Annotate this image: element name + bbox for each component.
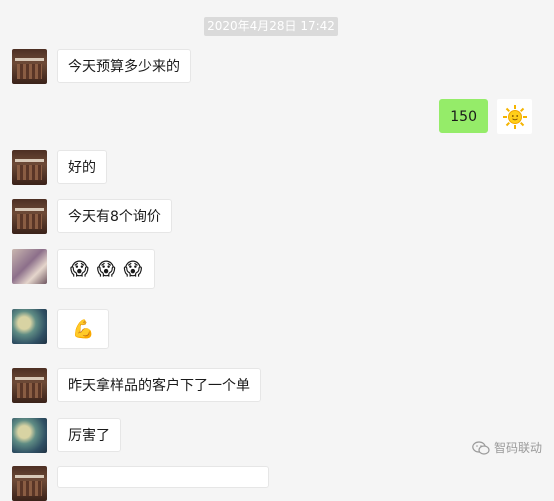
message-bubble[interactable]: 厉害了 — [57, 418, 121, 452]
avatar[interactable] — [12, 309, 47, 344]
message-bubble[interactable]: 昨天拿样品的客户下了一个单 — [57, 368, 261, 402]
avatar[interactable] — [12, 49, 47, 84]
avatar[interactable] — [12, 150, 47, 185]
message-bubble-partial[interactable] — [57, 466, 269, 488]
emoji-message-bubble[interactable]: 💪 — [57, 309, 110, 349]
message-bubble[interactable]: 今天有8个询价 — [57, 199, 172, 233]
message-bubble[interactable]: 今天预算多少来的 — [57, 49, 191, 83]
avatar[interactable] — [497, 99, 532, 134]
message-bubble[interactable]: 好的 — [57, 150, 107, 184]
avatar[interactable] — [12, 199, 47, 234]
avatar[interactable] — [12, 249, 47, 284]
avatar[interactable] — [12, 418, 47, 453]
message-bubble-sent[interactable]: 150 — [439, 99, 488, 133]
sun-icon — [502, 104, 527, 129]
watermark: 智码联动 — [472, 439, 542, 456]
timestamp: 2020年4月28日 17:42 — [204, 17, 338, 36]
wechat-icon — [472, 440, 490, 455]
avatar[interactable] — [12, 368, 47, 403]
avatar[interactable] — [12, 466, 47, 501]
watermark-text: 智码联动 — [493, 441, 542, 455]
emoji-message-bubble[interactable]: 😱😱😱 — [57, 249, 156, 289]
